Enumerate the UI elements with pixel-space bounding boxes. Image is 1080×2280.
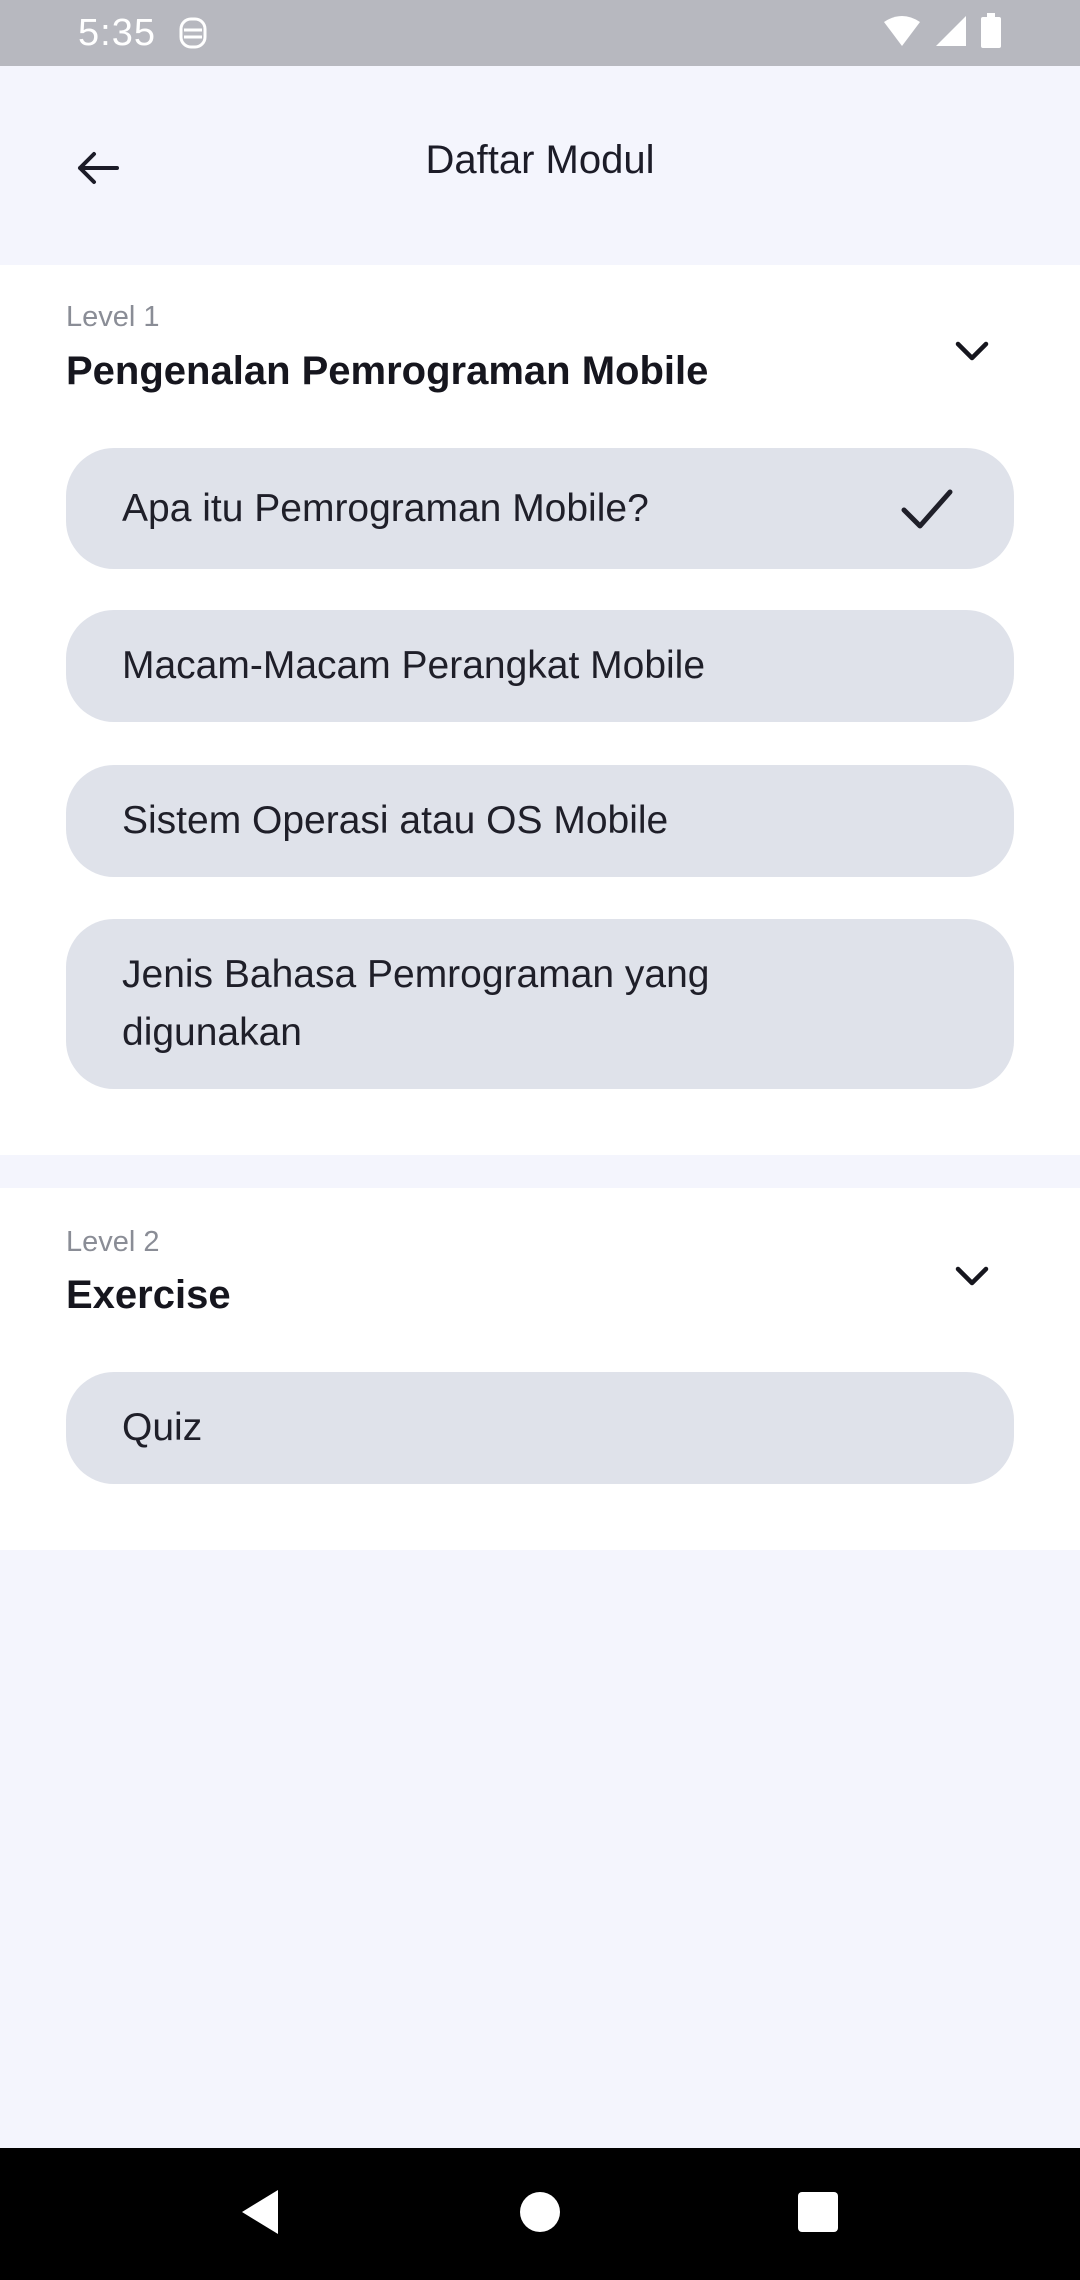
- status-time: 5:35: [78, 11, 156, 54]
- module-item[interactable]: Macam-Macam Perangkat Mobile: [66, 610, 1014, 722]
- battery-icon: [980, 12, 1002, 54]
- check-icon: [898, 480, 956, 538]
- chevron-down-icon: [955, 1265, 989, 1292]
- wifi-icon: [882, 14, 922, 53]
- system-nav-bar: [0, 2148, 1080, 2280]
- module-item[interactable]: Quiz: [66, 1372, 1014, 1484]
- level-title: Exercise: [66, 1273, 231, 1317]
- level-section-2: Level 2 Exercise Quiz: [0, 1188, 1080, 1550]
- status-icons: [882, 12, 1002, 54]
- level-label: Level 2: [66, 1226, 160, 1258]
- page-title: Daftar Modul: [425, 138, 655, 182]
- signal-icon: [934, 14, 968, 53]
- module-title: Apa itu Pemrograman Mobile?: [122, 486, 649, 530]
- nav-recents-button[interactable]: [758, 2148, 878, 2280]
- level-section-1: Level 1 Pengenalan Pemrograman Mobile Ap…: [0, 265, 1080, 1155]
- module-title: Macam-Macam Perangkat Mobile: [122, 644, 706, 687]
- module-item[interactable]: Jenis Bahasa Pemrograman yang digunakan: [66, 919, 1014, 1089]
- level-label: Level 1: [66, 301, 160, 333]
- back-triangle-icon: [238, 2188, 282, 2241]
- collapse-toggle[interactable]: [944, 325, 1000, 381]
- recents-square-icon: [797, 2191, 839, 2238]
- module-item[interactable]: Apa itu Pemrograman Mobile?: [66, 448, 1014, 569]
- app-bar: Daftar Modul: [0, 66, 1080, 264]
- home-circle-icon: [518, 2190, 562, 2239]
- status-bar: 5:35: [0, 0, 1080, 66]
- nav-back-button[interactable]: [200, 2148, 320, 2280]
- module-title: Quiz: [122, 1406, 203, 1449]
- level-title: Pengenalan Pemrograman Mobile: [66, 349, 709, 393]
- notification-icon: [176, 16, 210, 50]
- chevron-down-icon: [955, 340, 989, 367]
- module-item[interactable]: Sistem Operasi atau OS Mobile: [66, 765, 1014, 877]
- collapse-toggle[interactable]: [944, 1250, 1000, 1306]
- module-title: Sistem Operasi atau OS Mobile: [122, 799, 669, 842]
- nav-home-button[interactable]: [480, 2148, 600, 2280]
- module-title: Jenis Bahasa Pemrograman yang digunakan: [122, 953, 710, 1054]
